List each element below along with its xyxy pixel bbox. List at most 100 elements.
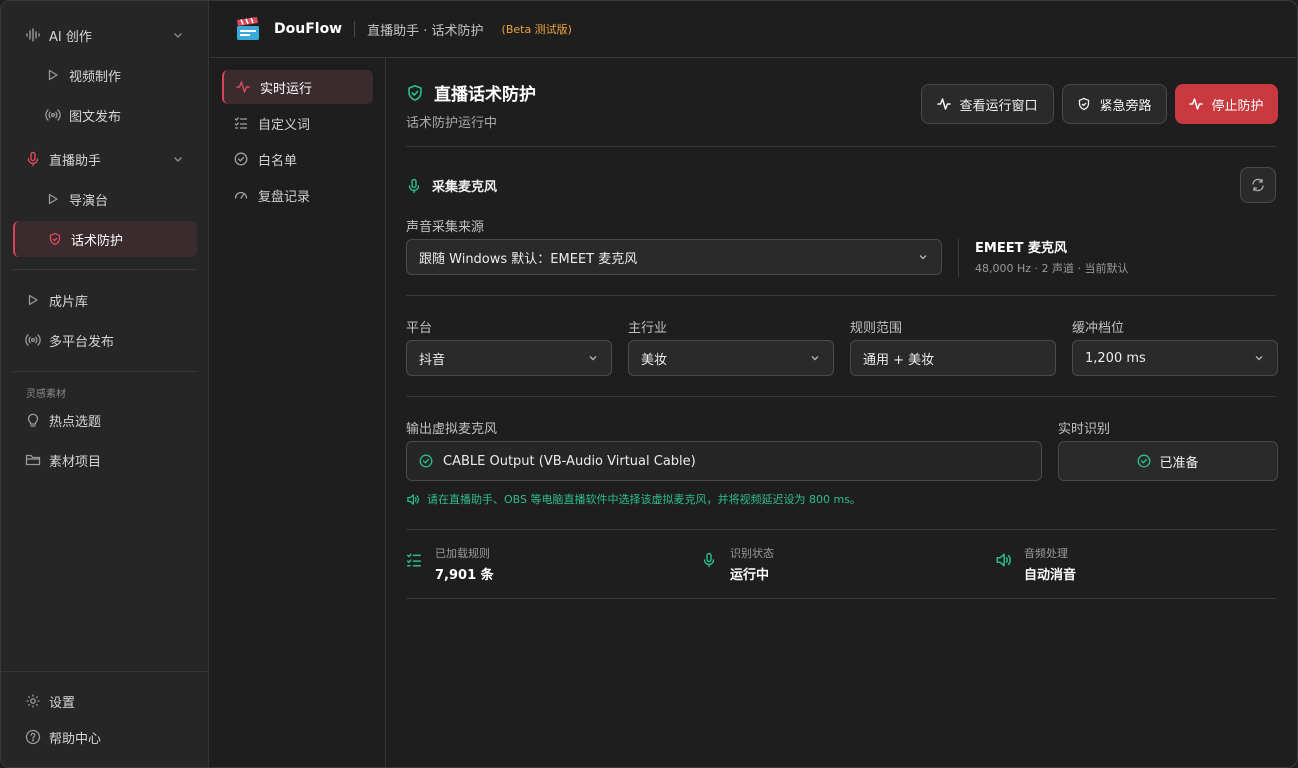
source-label: 声音采集来源 xyxy=(406,220,485,235)
refresh-icon xyxy=(1251,178,1265,192)
industry-select[interactable]: 美妆 xyxy=(628,340,834,376)
shield-check-icon xyxy=(406,84,424,102)
waveform-icon xyxy=(25,27,41,43)
tab-label: 复盘记录 xyxy=(258,189,311,205)
scope-field[interactable]: 通用 + 美妆 xyxy=(850,340,1056,376)
sidebar-item-library[interactable]: 成片库 xyxy=(13,282,197,318)
stat-audio-processing: 音频处理 自动消音 xyxy=(995,545,1076,583)
beta-badge: (Beta 测试版) xyxy=(501,23,572,36)
divider xyxy=(354,21,356,37)
check-circle-icon xyxy=(419,454,433,468)
activity-icon xyxy=(937,97,952,111)
microphone-icon xyxy=(25,151,41,167)
sidebar-item-live-assistant[interactable]: 直播助手 xyxy=(13,141,197,177)
sidebar-item-script-guard[interactable]: 话术防护 xyxy=(13,221,197,257)
play-icon xyxy=(45,191,61,207)
select-value: 跟随 Windows 默认：EMEET 麦克风 xyxy=(419,251,638,267)
sidebar-item-video[interactable]: 视频制作 xyxy=(13,57,197,93)
recognition-status-button[interactable]: 已准备 xyxy=(1058,441,1278,481)
sidebar-item-materials[interactable]: 素材项目 xyxy=(13,442,197,478)
chevron-down-icon xyxy=(809,352,821,364)
breadcrumb: 直播助手 · 话术防护 xyxy=(367,23,484,39)
industry-label: 主行业 xyxy=(628,321,668,336)
hint-message: 请在直播助手、OBS 等电脑直播软件中选择该虚拟麦克风，并将视频延迟设为 800… xyxy=(406,491,861,507)
sidebar-item-help[interactable]: 帮助中心 xyxy=(13,719,197,755)
output-label: 输出虚拟麦克风 xyxy=(406,422,498,437)
stat-label: 识别状态 xyxy=(730,547,774,560)
speaker-icon xyxy=(406,493,419,506)
checklist-icon xyxy=(234,116,248,130)
divider xyxy=(958,239,959,277)
divider xyxy=(13,371,197,372)
page-subtitle: 话术防护运行中 xyxy=(406,116,498,131)
stat-label: 音频处理 xyxy=(1024,547,1068,560)
refresh-button[interactable] xyxy=(1240,167,1276,203)
activity-icon xyxy=(1189,97,1204,111)
platform-label: 平台 xyxy=(406,321,433,336)
chevron-down-icon xyxy=(917,251,929,263)
select-value: 美妆 xyxy=(641,352,668,368)
folder-icon xyxy=(25,452,41,468)
button-label: 查看运行窗口 xyxy=(959,98,1038,114)
field-value: 通用 + 美妆 xyxy=(863,352,935,368)
top-bar: DouFlow 直播助手 · 话术防护 (Beta 测试版) xyxy=(210,1,1297,58)
chevron-down-icon xyxy=(171,152,185,166)
sidebar-item-hot-topics[interactable]: 热点选题 xyxy=(13,402,197,438)
section-label: 采集麦克风 xyxy=(432,180,498,195)
sub-navigation: 实时运行 自定义词 白名单 复盘记录 xyxy=(210,58,386,767)
select-value: 抖音 xyxy=(419,352,446,368)
audio-source-select[interactable]: 跟随 Windows 默认：EMEET 麦克风 xyxy=(406,239,942,275)
check-circle-icon xyxy=(234,152,248,166)
tab-realtime[interactable]: 实时运行 xyxy=(222,70,373,104)
stat-recognition: 识别状态 运行中 xyxy=(701,545,774,583)
sidebar-item-label: 图文发布 xyxy=(69,109,122,125)
sidebar-item-settings[interactable]: 设置 xyxy=(13,683,197,719)
divider xyxy=(1,671,209,672)
buffer-select[interactable]: 1,200 ms xyxy=(1072,340,1278,376)
divider xyxy=(406,295,1276,296)
scope-label: 规则范围 xyxy=(850,321,903,336)
sidebar-item-post[interactable]: 图文发布 xyxy=(13,97,197,133)
tab-label: 自定义词 xyxy=(258,117,311,133)
sidebar-section-label: 灵感素材 xyxy=(26,389,66,400)
hint-text: 请在直播助手、OBS 等电脑直播软件中选择该虚拟麦克风，并将视频延迟设为 800… xyxy=(427,493,861,506)
chevron-down-icon xyxy=(171,28,185,42)
microphone-icon xyxy=(701,552,717,568)
sidebar-item-director[interactable]: 导演台 xyxy=(13,181,197,217)
button-label: 停止防护 xyxy=(1211,98,1264,114)
main-content: 直播话术防护 话术防护运行中 查看运行窗口 紧急旁路 停止防护 采集麦克风 声音… xyxy=(387,58,1297,767)
app-name: DouFlow xyxy=(274,21,343,37)
mic-section-title: 采集麦克风 xyxy=(406,176,497,195)
microphone-icon xyxy=(406,178,422,194)
buffer-label: 缓冲档位 xyxy=(1072,321,1125,336)
activity-icon xyxy=(236,80,250,94)
page-header: 直播话术防护 xyxy=(406,80,536,105)
sidebar-item-multi-publish[interactable]: 多平台发布 xyxy=(13,322,197,358)
tab-custom-words[interactable]: 自定义词 xyxy=(222,106,373,140)
sidebar-item-label: 素材项目 xyxy=(49,454,102,470)
tab-label: 实时运行 xyxy=(260,81,313,97)
sidebar-item-label: 设置 xyxy=(49,695,76,711)
sidebar-item-ai-create[interactable]: AI 创作 xyxy=(13,17,197,53)
divider xyxy=(406,598,1276,599)
divider xyxy=(406,529,1276,530)
lightbulb-icon xyxy=(25,412,41,428)
device-name: EMEET 麦克风 xyxy=(975,241,1067,256)
virtual-mic-output-field[interactable]: CABLE Output (VB-Audio Virtual Cable) xyxy=(406,441,1042,481)
stop-protection-button[interactable]: 停止防护 xyxy=(1175,84,1278,124)
check-circle-icon xyxy=(1137,454,1151,468)
view-window-button[interactable]: 查看运行窗口 xyxy=(921,84,1054,124)
play-icon xyxy=(45,67,61,83)
tab-whitelist[interactable]: 白名单 xyxy=(222,142,373,176)
play-icon xyxy=(25,292,41,308)
tab-review[interactable]: 复盘记录 xyxy=(222,178,373,212)
sidebar-item-label: 帮助中心 xyxy=(49,731,102,747)
divider xyxy=(13,269,197,270)
stat-value: 自动消音 xyxy=(1024,568,1077,583)
clapperboard-logo-icon xyxy=(234,15,262,43)
platform-select[interactable]: 抖音 xyxy=(406,340,612,376)
emergency-bypass-button[interactable]: 紧急旁路 xyxy=(1062,84,1167,124)
select-value: 1,200 ms xyxy=(1085,350,1146,366)
broadcast-icon xyxy=(25,332,41,348)
sidebar-item-label: 话术防护 xyxy=(71,233,124,249)
